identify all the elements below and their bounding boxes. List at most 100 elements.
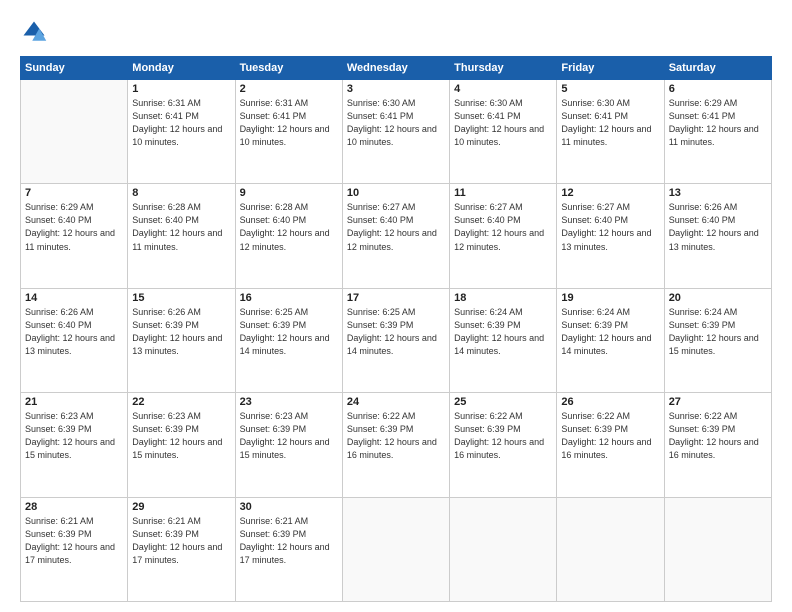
day-header: Tuesday <box>235 57 342 80</box>
calendar-cell: 11 Sunrise: 6:27 AM Sunset: 6:40 PM Dayli… <box>450 184 557 288</box>
day-number: 24 <box>347 396 445 408</box>
calendar-cell: 1 Sunrise: 6:31 AM Sunset: 6:41 PM Daylig… <box>128 80 235 184</box>
day-info: Sunrise: 6:22 AM Sunset: 6:39 PM Dayligh… <box>454 410 552 462</box>
day-number: 27 <box>669 396 767 408</box>
day-info: Sunrise: 6:30 AM Sunset: 6:41 PM Dayligh… <box>561 97 659 149</box>
day-info: Sunrise: 6:30 AM Sunset: 6:41 PM Dayligh… <box>347 97 445 149</box>
day-number: 3 <box>347 83 445 95</box>
calendar-cell <box>664 497 771 601</box>
calendar-cell: 23 Sunrise: 6:23 AM Sunset: 6:39 PM Dayli… <box>235 393 342 497</box>
day-info: Sunrise: 6:31 AM Sunset: 6:41 PM Dayligh… <box>240 97 338 149</box>
day-info: Sunrise: 6:21 AM Sunset: 6:39 PM Dayligh… <box>132 515 230 567</box>
day-info: Sunrise: 6:21 AM Sunset: 6:39 PM Dayligh… <box>25 515 123 567</box>
day-info: Sunrise: 6:23 AM Sunset: 6:39 PM Dayligh… <box>25 410 123 462</box>
day-number: 26 <box>561 396 659 408</box>
day-info: Sunrise: 6:26 AM Sunset: 6:39 PM Dayligh… <box>132 306 230 358</box>
day-info: Sunrise: 6:23 AM Sunset: 6:39 PM Dayligh… <box>132 410 230 462</box>
calendar-cell: 22 Sunrise: 6:23 AM Sunset: 6:39 PM Dayli… <box>128 393 235 497</box>
calendar-cell: 26 Sunrise: 6:22 AM Sunset: 6:39 PM Dayli… <box>557 393 664 497</box>
day-number: 9 <box>240 187 338 199</box>
day-info: Sunrise: 6:22 AM Sunset: 6:39 PM Dayligh… <box>347 410 445 462</box>
day-info: Sunrise: 6:27 AM Sunset: 6:40 PM Dayligh… <box>454 201 552 253</box>
day-info: Sunrise: 6:31 AM Sunset: 6:41 PM Dayligh… <box>132 97 230 149</box>
calendar-cell: 19 Sunrise: 6:24 AM Sunset: 6:39 PM Dayli… <box>557 288 664 392</box>
day-header: Wednesday <box>342 57 449 80</box>
day-info: Sunrise: 6:24 AM Sunset: 6:39 PM Dayligh… <box>454 306 552 358</box>
day-header: Friday <box>557 57 664 80</box>
calendar-cell: 4 Sunrise: 6:30 AM Sunset: 6:41 PM Daylig… <box>450 80 557 184</box>
calendar-cell: 15 Sunrise: 6:26 AM Sunset: 6:39 PM Dayli… <box>128 288 235 392</box>
calendar-cell: 5 Sunrise: 6:30 AM Sunset: 6:41 PM Daylig… <box>557 80 664 184</box>
page: SundayMondayTuesdayWednesdayThursdayFrid… <box>0 0 792 612</box>
calendar-cell: 12 Sunrise: 6:27 AM Sunset: 6:40 PM Dayli… <box>557 184 664 288</box>
logo <box>20 18 52 46</box>
day-number: 4 <box>454 83 552 95</box>
calendar-cell: 29 Sunrise: 6:21 AM Sunset: 6:39 PM Dayli… <box>128 497 235 601</box>
calendar-cell: 6 Sunrise: 6:29 AM Sunset: 6:41 PM Daylig… <box>664 80 771 184</box>
calendar-cell: 8Sunrise: 6:28 AM Sunset: 6:40 PM Daylig… <box>128 184 235 288</box>
day-number: 7 <box>25 187 123 199</box>
day-number: 19 <box>561 292 659 304</box>
calendar-cell: 27 Sunrise: 6:22 AM Sunset: 6:39 PM Dayli… <box>664 393 771 497</box>
day-info: Sunrise: 6:30 AM Sunset: 6:41 PM Dayligh… <box>454 97 552 149</box>
day-number: 12 <box>561 187 659 199</box>
calendar-cell: 9 Sunrise: 6:28 AM Sunset: 6:40 PM Daylig… <box>235 184 342 288</box>
day-info: Sunrise: 6:24 AM Sunset: 6:39 PM Dayligh… <box>561 306 659 358</box>
calendar-cell: 3 Sunrise: 6:30 AM Sunset: 6:41 PM Daylig… <box>342 80 449 184</box>
calendar-cell: 18 Sunrise: 6:24 AM Sunset: 6:39 PM Dayli… <box>450 288 557 392</box>
day-number: 2 <box>240 83 338 95</box>
calendar-cell <box>342 497 449 601</box>
calendar-cell: 21 Sunrise: 6:23 AM Sunset: 6:39 PM Dayli… <box>21 393 128 497</box>
day-info: Sunrise: 6:29 AM Sunset: 6:41 PM Dayligh… <box>669 97 767 149</box>
day-number: 16 <box>240 292 338 304</box>
day-number: 14 <box>25 292 123 304</box>
calendar-cell: 17Sunrise: 6:25 AM Sunset: 6:39 PM Dayli… <box>342 288 449 392</box>
calendar-cell: 14Sunrise: 6:26 AM Sunset: 6:40 PM Dayli… <box>21 288 128 392</box>
calendar-cell: 25 Sunrise: 6:22 AM Sunset: 6:39 PM Dayli… <box>450 393 557 497</box>
day-number: 5 <box>561 83 659 95</box>
day-info: Sunrise: 6:25 AM Sunset: 6:39 PM Dayligh… <box>240 306 338 358</box>
day-number: 6 <box>669 83 767 95</box>
day-info: Sunrise: 6:27 AM Sunset: 6:40 PM Dayligh… <box>561 201 659 253</box>
day-info: Sunrise: 6:22 AM Sunset: 6:39 PM Dayligh… <box>669 410 767 462</box>
calendar-cell: 7 Sunrise: 6:29 AM Sunset: 6:40 PM Daylig… <box>21 184 128 288</box>
day-number: 11 <box>454 187 552 199</box>
calendar-cell <box>557 497 664 601</box>
calendar-cell <box>21 80 128 184</box>
day-info: Sunrise: 6:29 AM Sunset: 6:40 PM Dayligh… <box>25 201 123 253</box>
day-number: 29 <box>132 501 230 513</box>
calendar-cell: 20Sunrise: 6:24 AM Sunset: 6:39 PM Dayli… <box>664 288 771 392</box>
day-info: Sunrise: 6:22 AM Sunset: 6:39 PM Dayligh… <box>561 410 659 462</box>
day-info: Sunrise: 6:26 AM Sunset: 6:40 PM Dayligh… <box>669 201 767 253</box>
day-header: Thursday <box>450 57 557 80</box>
day-number: 21 <box>25 396 123 408</box>
day-info: Sunrise: 6:28 AM Sunset: 6:40 PM Dayligh… <box>240 201 338 253</box>
day-number: 13 <box>669 187 767 199</box>
calendar-cell: 16 Sunrise: 6:25 AM Sunset: 6:39 PM Dayli… <box>235 288 342 392</box>
header <box>20 18 772 46</box>
calendar-table: SundayMondayTuesdayWednesdayThursdayFrid… <box>20 56 772 602</box>
calendar-cell: 2 Sunrise: 6:31 AM Sunset: 6:41 PM Daylig… <box>235 80 342 184</box>
day-number: 28 <box>25 501 123 513</box>
day-number: 8 <box>132 187 230 199</box>
calendar-cell: 13 Sunrise: 6:26 AM Sunset: 6:40 PM Dayli… <box>664 184 771 288</box>
day-number: 15 <box>132 292 230 304</box>
day-number: 18 <box>454 292 552 304</box>
day-info: Sunrise: 6:21 AM Sunset: 6:39 PM Dayligh… <box>240 515 338 567</box>
calendar-cell: 28 Sunrise: 6:21 AM Sunset: 6:39 PM Dayli… <box>21 497 128 601</box>
day-info: Sunrise: 6:23 AM Sunset: 6:39 PM Dayligh… <box>240 410 338 462</box>
day-number: 10 <box>347 187 445 199</box>
day-info: Sunrise: 6:25 AM Sunset: 6:39 PM Dayligh… <box>347 306 445 358</box>
day-number: 25 <box>454 396 552 408</box>
day-info: Sunrise: 6:27 AM Sunset: 6:40 PM Dayligh… <box>347 201 445 253</box>
day-header: Saturday <box>664 57 771 80</box>
calendar-cell: 10 Sunrise: 6:27 AM Sunset: 6:40 PM Dayli… <box>342 184 449 288</box>
calendar-cell <box>450 497 557 601</box>
calendar-cell: 24 Sunrise: 6:22 AM Sunset: 6:39 PM Dayli… <box>342 393 449 497</box>
day-number: 23 <box>240 396 338 408</box>
day-number: 1 <box>132 83 230 95</box>
day-info: Sunrise: 6:24 AM Sunset: 6:39 PM Dayligh… <box>669 306 767 358</box>
day-number: 30 <box>240 501 338 513</box>
day-number: 22 <box>132 396 230 408</box>
day-header: Monday <box>128 57 235 80</box>
